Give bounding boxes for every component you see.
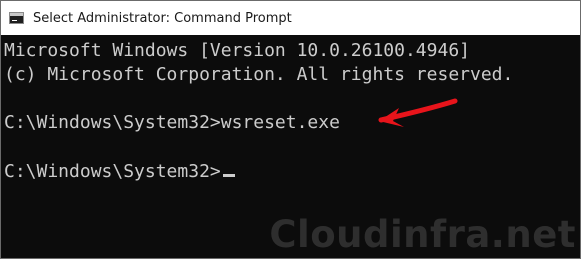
console-line-copyright: (c) Microsoft Corporation. All rights re… (4, 64, 514, 85)
arrow-left-icon (378, 98, 458, 127)
command-prompt-window: Select Administrator: Command Prompt Mic… (0, 0, 581, 259)
console-line-version: Microsoft Windows [Version 10.0.26100.49… (4, 40, 470, 61)
text-cursor (222, 174, 235, 177)
prompt-text: C:\Windows\System32> (4, 161, 221, 182)
cmd-icon (9, 12, 24, 24)
console-line-prompt[interactable]: C:\Windows\System32> (4, 160, 235, 184)
title-bar[interactable]: Select Administrator: Command Prompt (1, 1, 580, 35)
console-line-command: C:\Windows\System32>wsreset.exe (4, 112, 340, 133)
watermark: Cloudinfra.net (269, 213, 576, 256)
window-title: Select Administrator: Command Prompt (33, 10, 292, 26)
console-output[interactable]: Microsoft Windows [Version 10.0.26100.49… (1, 35, 580, 258)
